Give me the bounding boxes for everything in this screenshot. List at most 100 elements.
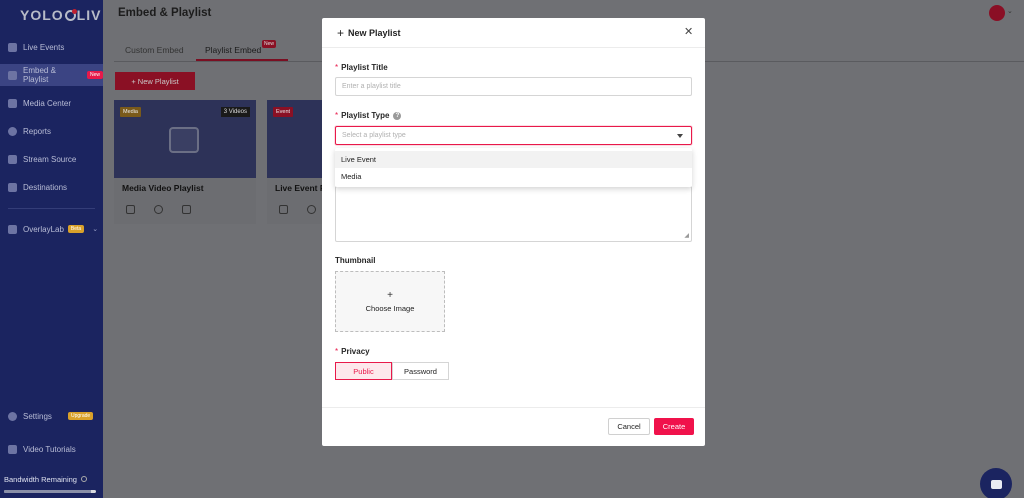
chat-button[interactable] <box>980 468 1012 498</box>
label-text: Playlist Title <box>341 63 388 72</box>
playlist-title: Live Event P <box>275 183 326 193</box>
app-logo[interactable]: YOLO LIV <box>20 7 101 23</box>
sidebar-item-label: Destinations <box>23 182 68 192</box>
media-tag: Media <box>120 107 141 117</box>
new-badge: New <box>86 71 103 79</box>
modal-header: + New Playlist ✕ <box>322 18 705 48</box>
playlist-title-input[interactable]: Enter a playlist title <box>335 77 692 96</box>
description-textarea[interactable]: ◢ <box>335 186 692 242</box>
overlay-icon <box>8 224 17 234</box>
sidebar-item-media-center[interactable]: Media Center <box>0 92 103 114</box>
cancel-button[interactable]: Cancel <box>608 418 650 435</box>
create-button[interactable]: Create <box>654 418 694 435</box>
required-marker: * <box>335 111 339 120</box>
plus-icon: + <box>337 25 345 40</box>
info-icon[interactable] <box>81 476 88 482</box>
sidebar-item-embed-playlist[interactable]: Embed & Playlist New <box>0 64 103 86</box>
embed-code-icon[interactable] <box>279 205 288 214</box>
pie-chart-icon <box>8 126 17 136</box>
sidebar-item-reports[interactable]: Reports <box>0 120 103 142</box>
stream-camera-icon <box>8 154 17 164</box>
destinations-icon <box>8 182 17 192</box>
play-icon[interactable] <box>154 205 163 214</box>
playlist-type-label: * Playlist Type ? <box>335 111 402 120</box>
video-camera-icon <box>8 42 17 52</box>
trash-icon[interactable] <box>182 205 191 214</box>
beta-badge: Beta <box>67 225 85 233</box>
playlist-thumbnail[interactable]: Media 3 Videos <box>114 100 256 178</box>
sidebar-item-label: Video Tutorials <box>23 444 76 454</box>
playlist-title: Media Video Playlist <box>122 183 204 193</box>
sidebar-item-label: Live Events <box>23 42 65 52</box>
resize-handle-icon[interactable]: ◢ <box>684 233 689 239</box>
sidebar-item-label: Reports <box>23 126 52 136</box>
new-badge: New <box>262 40 277 48</box>
caret-down-icon <box>677 134 683 138</box>
thumbnail-label: Thumbnail <box>335 256 375 265</box>
tab-custom-embed[interactable]: Custom Embed <box>125 45 184 55</box>
sidebar-item-label: Embed & Playlist <box>23 66 56 84</box>
input-placeholder: Enter a playlist title <box>342 83 401 90</box>
chat-bubble-icon <box>990 479 1002 489</box>
privacy-password-option[interactable]: Password <box>392 362 449 380</box>
sidebar-item-label: Stream Source <box>23 154 77 164</box>
select-placeholder: Select a playlist type <box>342 132 406 139</box>
chevron-down-icon: ⌄ <box>92 226 99 233</box>
avatar[interactable] <box>989 5 1005 21</box>
embed-code-icon[interactable] <box>126 205 135 214</box>
upgrade-badge[interactable]: Upgrade <box>68 412 94 420</box>
sidebar-item-label: Settings <box>23 411 52 421</box>
sidebar-item-video-tutorials[interactable]: Video Tutorials <box>0 438 103 460</box>
label-text: Thumbnail <box>335 256 376 265</box>
page-title: Embed & Playlist <box>118 7 212 19</box>
label-text: Privacy <box>341 347 370 356</box>
playlist-card[interactable]: Media 3 Videos Media Video Playlist <box>114 100 256 224</box>
sidebar-item-label: Media Center <box>23 98 72 108</box>
logo-text-right: LIV <box>76 7 102 23</box>
close-icon[interactable]: ✕ <box>684 27 693 38</box>
sidebar-item-label: OverlayLab <box>23 224 64 234</box>
sidebar-item-destinations[interactable]: Destinations <box>0 176 103 198</box>
sidebar: YOLO LIV Live Events Embed & Playlist Ne… <box>0 0 103 498</box>
bandwidth-bar <box>4 490 96 493</box>
choose-image-text: Choose Image <box>365 303 415 313</box>
modal-title-text: New Playlist <box>348 28 401 38</box>
gear-icon <box>8 411 17 421</box>
chevron-down-icon[interactable]: ⌄ <box>1007 7 1013 15</box>
playlist-title-label: * Playlist Title <box>335 63 388 72</box>
label-text: Playlist Type <box>341 111 390 120</box>
bandwidth-remaining: Bandwidth Remaining <box>4 475 88 484</box>
dropdown-option-live-event[interactable]: Live Event <box>335 151 692 168</box>
event-tag: Event <box>273 107 294 117</box>
playlist-type-dropdown: Live Event Media <box>335 148 692 187</box>
plus-icon: + <box>387 289 393 301</box>
image-stack-icon <box>169 127 199 153</box>
privacy-public-option[interactable]: Public <box>335 362 392 380</box>
play-square-icon <box>8 444 17 454</box>
sidebar-item-settings[interactable]: Settings Upgrade <box>0 405 103 427</box>
logo-text-left: YOLO <box>20 7 64 23</box>
new-playlist-button[interactable]: + New Playlist <box>115 72 195 90</box>
help-icon[interactable]: ? <box>393 111 402 120</box>
required-marker: * <box>335 347 339 356</box>
playlist-type-select[interactable]: Select a playlist type <box>335 126 692 145</box>
modal-footer-divider <box>322 407 705 408</box>
embed-icon <box>8 70 17 80</box>
thumbnail-upload[interactable]: + Choose Image <box>335 271 445 332</box>
privacy-label: * Privacy <box>335 347 370 356</box>
new-playlist-modal: + New Playlist ✕ * Playlist Title Enter … <box>322 18 705 446</box>
dropdown-option-media[interactable]: Media <box>335 168 692 185</box>
sidebar-divider <box>8 208 95 209</box>
modal-title: + New Playlist <box>337 25 401 40</box>
video-count-badge: 3 Videos <box>220 107 250 117</box>
sidebar-item-overlaylab[interactable]: OverlayLab Beta ⌄ <box>0 218 103 240</box>
sidebar-item-stream-source[interactable]: Stream Source <box>0 148 103 170</box>
media-icon <box>8 98 17 108</box>
bandwidth-label: Bandwidth Remaining <box>4 475 77 484</box>
play-icon[interactable] <box>307 205 316 214</box>
logo-ring-icon <box>64 8 77 21</box>
sidebar-item-live-events[interactable]: Live Events <box>0 36 103 58</box>
required-marker: * <box>335 63 339 72</box>
bandwidth-bar-fill <box>4 490 92 493</box>
tab-playlist-embed[interactable]: Playlist Embed <box>205 45 261 55</box>
